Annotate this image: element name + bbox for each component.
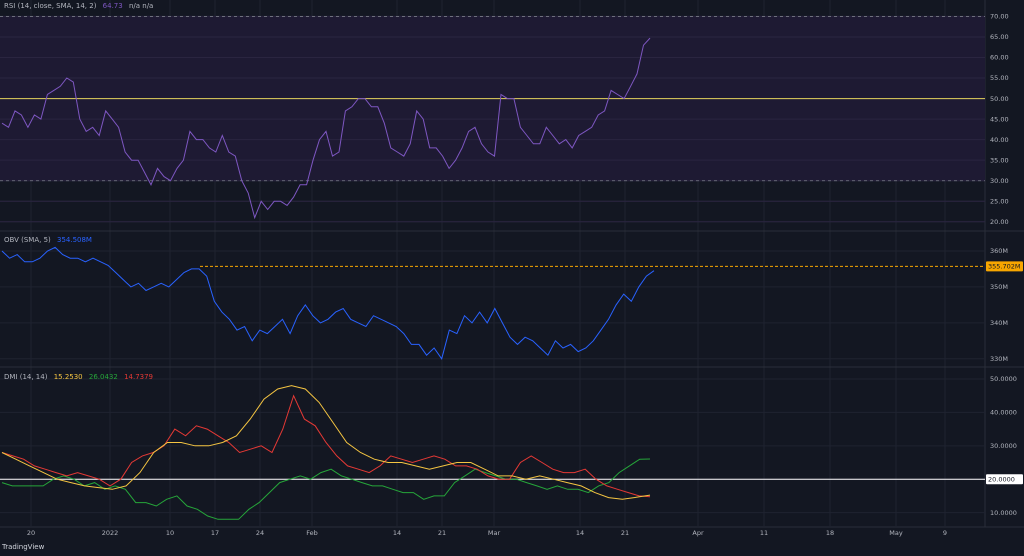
time-axis-label: 10 (166, 529, 174, 537)
time-axis-label: May (889, 529, 903, 537)
y-axis-tick: 330M (990, 355, 1008, 363)
y-axis-tick: 350M (990, 283, 1008, 291)
rsi-legend: RSI (14, close, SMA, 14, 2) 64.73 n/a n/… (4, 2, 157, 10)
time-axis-label: 24 (256, 529, 264, 537)
y-axis-tick: 30.0000 (990, 442, 1017, 450)
dmi-plus-value: 26.0432 (88, 373, 118, 381)
time-axis-label: 14 (576, 529, 584, 537)
rsi-title: RSI (14, close, SMA, 14, 2) (4, 2, 97, 10)
y-axis-tick: 360M (990, 247, 1008, 255)
time-axis-label: 17 (211, 529, 219, 537)
tradingview-logo[interactable]: TradingView (2, 543, 44, 551)
y-axis-tick: 20.00 (990, 218, 1009, 226)
time-axis-label: 11 (760, 529, 768, 537)
dmi-adx-value: 15.2530 (53, 373, 83, 381)
time-axis-label: 21 (621, 529, 629, 537)
y-axis-tick: 50.0000 (990, 375, 1017, 383)
y-axis-tick: 65.00 (990, 33, 1009, 41)
time-axis-label: 18 (826, 529, 834, 537)
y-axis-tick: 40.0000 (990, 409, 1017, 417)
obv-line (1, 246, 655, 360)
dmi-plus-line (1, 458, 651, 520)
rsi-extra: n/a n/a (128, 2, 154, 10)
time-axis-label: 2022 (102, 529, 119, 537)
time-axis-label: 14 (393, 529, 401, 537)
y-axis-tick: 10.0000 (990, 509, 1017, 517)
time-axis-label: 20 (27, 529, 35, 537)
dmi-title: DMI (14, 14) (4, 373, 48, 381)
time-axis-label: 9 (943, 529, 947, 537)
obv-title: OBV (SMA, 5) (4, 236, 51, 244)
time-axis-label: Mar (488, 529, 501, 537)
y-axis-tick: 55.00 (990, 74, 1009, 82)
y-axis-tick: 70.00 (990, 13, 1009, 21)
y-axis-tick: 30.00 (990, 177, 1009, 185)
y-axis-tick: 60.00 (990, 54, 1009, 62)
dmi-legend: DMI (14, 14) 15.2530 26.0432 14.7379 (4, 373, 157, 381)
y-axis-tick: 40.00 (990, 136, 1009, 144)
rsi-value: 64.73 (102, 2, 123, 10)
obv-level-label: 355.702M (988, 263, 1021, 271)
time-axis-label: Feb (306, 529, 318, 537)
chart-stage: 20 2022 10 17 24 Feb 14 21 Mar 14 21 Apr 11 18 May 9 70.… (0, 0, 1024, 556)
obv-value: 354.508M (56, 236, 92, 244)
y-axis-tick: 25.00 (990, 197, 1009, 205)
time-axis-label: 21 (438, 529, 446, 537)
obv-legend: OBV (SMA, 5) 354.508M (4, 236, 96, 244)
y-axis-tick: 340M (990, 319, 1008, 327)
y-axis-tick: 45.00 (990, 115, 1009, 123)
dmi-minus-value: 14.7379 (124, 373, 154, 381)
y-axis-tick: 50.00 (990, 95, 1009, 103)
y-axis-tick: 35.00 (990, 156, 1009, 164)
chart-canvas[interactable]: 20 2022 10 17 24 Feb 14 21 Mar 14 21 Apr 11 18 May 9 70.… (0, 0, 1024, 556)
dmi-level-label: 20.0000 (988, 476, 1015, 484)
brand-name: TradingView (2, 543, 45, 551)
time-axis-label: Apr (692, 529, 704, 537)
